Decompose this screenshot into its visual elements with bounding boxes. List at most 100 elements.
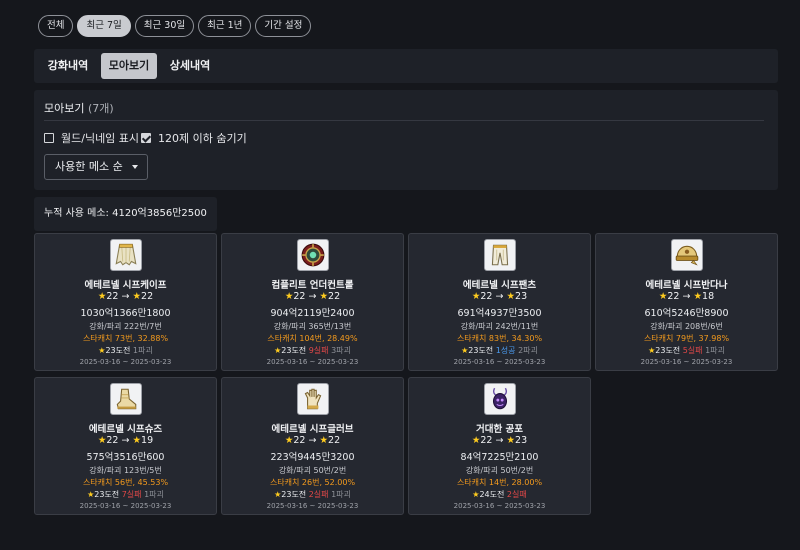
cape-icon xyxy=(110,239,142,271)
date-range: 2025-03-16 ~ 2025-03-23 xyxy=(453,358,546,366)
star-change: ★22 → ★18 xyxy=(596,291,777,302)
star-to: 23 xyxy=(515,291,528,302)
star-to: 23 xyxy=(515,435,528,446)
attempt-result: ★24도전 2실패 xyxy=(409,489,590,500)
item-name: 에테르넬 시프팬츠 xyxy=(462,280,537,291)
attempt-result: ★23도전 7실패 1파괴 xyxy=(35,489,216,500)
hide-under-120-checkbox[interactable] xyxy=(141,133,151,143)
destroy-count: 1파괴 xyxy=(132,346,153,355)
hide-under-120-option[interactable]: 120제 이하 숨기기 xyxy=(141,130,247,146)
attempt-result: ★23도전 2실패 1파괴 xyxy=(222,489,403,500)
star-from: 22 xyxy=(106,291,119,302)
attempt-result: ★23도전 1파괴 xyxy=(35,345,216,356)
date-range: 2025-03-16 ~ 2025-03-23 xyxy=(79,502,172,510)
attempt-label: 23도전 xyxy=(105,346,131,355)
attempt-result: ★23도전 9실패 3파괴 xyxy=(222,345,403,356)
date-range: 2025-03-16 ~ 2025-03-23 xyxy=(79,358,172,366)
enhance-destroy-count: 강화/파괴 208번/6번 xyxy=(650,322,723,331)
star-change: ★22 → ★23 xyxy=(409,435,590,446)
total-meso-label: 누적 사용 메소: xyxy=(44,208,113,219)
sort-select-value: 사용한 메소 순 xyxy=(55,160,123,173)
tab-detail[interactable]: 상세내역 xyxy=(162,53,218,79)
star-from: 22 xyxy=(106,435,119,446)
meso-used: 691억4937만3500 xyxy=(457,308,542,319)
star-from: 22 xyxy=(293,435,306,446)
destroy-count: 3파괴 xyxy=(331,346,351,355)
destroy-count: 1파괴 xyxy=(705,346,725,355)
item-card[interactable]: 에테르넬 시프반다나 ★22 → ★18 610억5246만8900 강화/파괴… xyxy=(595,233,778,371)
fail-count: 9실패 xyxy=(308,346,329,355)
tab-history[interactable]: 강화내역 xyxy=(42,53,94,79)
star-icon: ★ xyxy=(319,435,329,446)
starcatch-stat: 스타캐치 73번, 32.88% xyxy=(82,334,169,343)
star-change: ★22 → ★19 xyxy=(35,435,216,446)
attempt-label: 23도전 xyxy=(655,346,681,355)
arrow-right-icon: → xyxy=(682,291,691,302)
item-card[interactable]: 에테르넬 시프케이프 ★22 → ★22 1030억1366만1800 강화/파… xyxy=(34,233,217,371)
star-icon: ★ xyxy=(132,291,142,302)
meso-used: 575억3516만600 xyxy=(86,452,165,463)
meso-used: 610억5246만8900 xyxy=(644,308,729,319)
star-to: 22 xyxy=(328,435,341,446)
arrow-right-icon: → xyxy=(121,291,130,302)
starcatch-stat: 스타캐치 104번, 28.49% xyxy=(267,334,358,343)
fail-count: 2실패 xyxy=(506,490,527,499)
arrow-right-icon: → xyxy=(495,291,504,302)
star-from: 22 xyxy=(293,291,306,302)
meso-used: 904억2119만2400 xyxy=(270,308,355,319)
destroy-count: 1파괴 xyxy=(144,490,164,499)
item-card[interactable]: 거대한 공포 ★22 → ★23 84억7225만2100 강화/파괴 50번/… xyxy=(408,377,591,515)
filter-1year-button[interactable]: 최근 1년 xyxy=(198,15,252,37)
attempt-result: ★23도전 5실패 1파괴 xyxy=(596,345,777,356)
star-icon: ★ xyxy=(319,291,329,302)
arrow-right-icon: → xyxy=(308,435,317,446)
item-card[interactable]: 컴플리트 언더컨트롤 ★22 → ★22 904억2119만2400 강화/파괴… xyxy=(221,233,404,371)
show-world-nickname-label: 월드/닉네임 표시 xyxy=(61,132,140,145)
star-change: ★22 → ★22 xyxy=(222,435,403,446)
filter-custom-range-button[interactable]: 기간 설정 xyxy=(255,15,312,37)
emblem-icon xyxy=(297,239,329,271)
divider xyxy=(44,120,764,121)
destroy-count: 2파괴 xyxy=(518,346,538,355)
attempt-label: 24도전 xyxy=(479,490,505,499)
item-name: 컴플리트 언더컨트롤 xyxy=(271,280,354,291)
filter-all-button[interactable]: 전체 xyxy=(38,15,74,37)
date-range: 2025-03-16 ~ 2025-03-23 xyxy=(640,358,733,366)
enhance-destroy-count: 강화/파괴 123번/5번 xyxy=(89,466,162,475)
meso-used: 223억9445만3200 xyxy=(270,452,355,463)
date-range: 2025-03-16 ~ 2025-03-23 xyxy=(266,502,359,510)
attempt-label: 23도전 xyxy=(281,490,307,499)
item-card[interactable]: 에테르넬 시프슈즈 ★22 → ★19 575억3516만600 강화/파괴 1… xyxy=(34,377,217,515)
starcatch-stat: 스타캐치 26번, 52.00% xyxy=(269,478,356,487)
arrow-right-icon: → xyxy=(495,435,504,446)
panel-title: 모아보기 (7개) xyxy=(44,100,114,116)
star-icon: ★ xyxy=(693,291,703,302)
filter-30days-button[interactable]: 최근 30일 xyxy=(134,15,195,37)
tab-summary[interactable]: 모아보기 xyxy=(101,53,157,79)
filter-7days-button[interactable]: 최근 7일 xyxy=(77,15,131,37)
hide-under-120-label: 120제 이하 숨기기 xyxy=(158,132,247,145)
enhance-destroy-count: 강화/파괴 50번/2번 xyxy=(278,466,347,475)
item-card[interactable]: 에테르넬 시프글러브 ★22 → ★22 223억9445만3200 강화/파괴… xyxy=(221,377,404,515)
summary-options-panel: 모아보기 (7개) 월드/닉네임 표시 120제 이하 숨기기 사용한 메소 순 xyxy=(34,90,778,190)
meso-used: 84억7225만2100 xyxy=(460,452,539,463)
fail-count: 2실패 xyxy=(308,490,329,499)
star-to: 22 xyxy=(141,291,154,302)
starcatch-stat: 스타캐치 83번, 34.30% xyxy=(456,334,543,343)
meso-used: 1030억1366만1800 xyxy=(80,308,171,319)
shoes-icon xyxy=(110,383,142,415)
date-range: 2025-03-16 ~ 2025-03-23 xyxy=(453,502,546,510)
item-card[interactable]: 에테르넬 시프팬츠 ★22 → ★23 691억4937만3500 강화/파괴 … xyxy=(408,233,591,371)
star-to: 19 xyxy=(141,435,154,446)
sort-select[interactable]: 사용한 메소 순 xyxy=(44,154,148,180)
panel-title-text: 모아보기 xyxy=(44,102,85,115)
show-world-nickname-checkbox[interactable] xyxy=(44,133,54,143)
arrow-right-icon: → xyxy=(121,435,130,446)
show-world-nickname-option[interactable]: 월드/닉네임 표시 xyxy=(44,130,139,146)
fail-count: 7실패 xyxy=(121,490,142,499)
total-meso-box: 누적 사용 메소: 4120억3856만2500 xyxy=(34,197,217,231)
item-name: 에테르넬 시프반다나 xyxy=(645,280,728,291)
item-count: (7개) xyxy=(87,102,114,115)
glove-icon xyxy=(297,383,329,415)
item-name: 거대한 공포 xyxy=(475,424,523,435)
